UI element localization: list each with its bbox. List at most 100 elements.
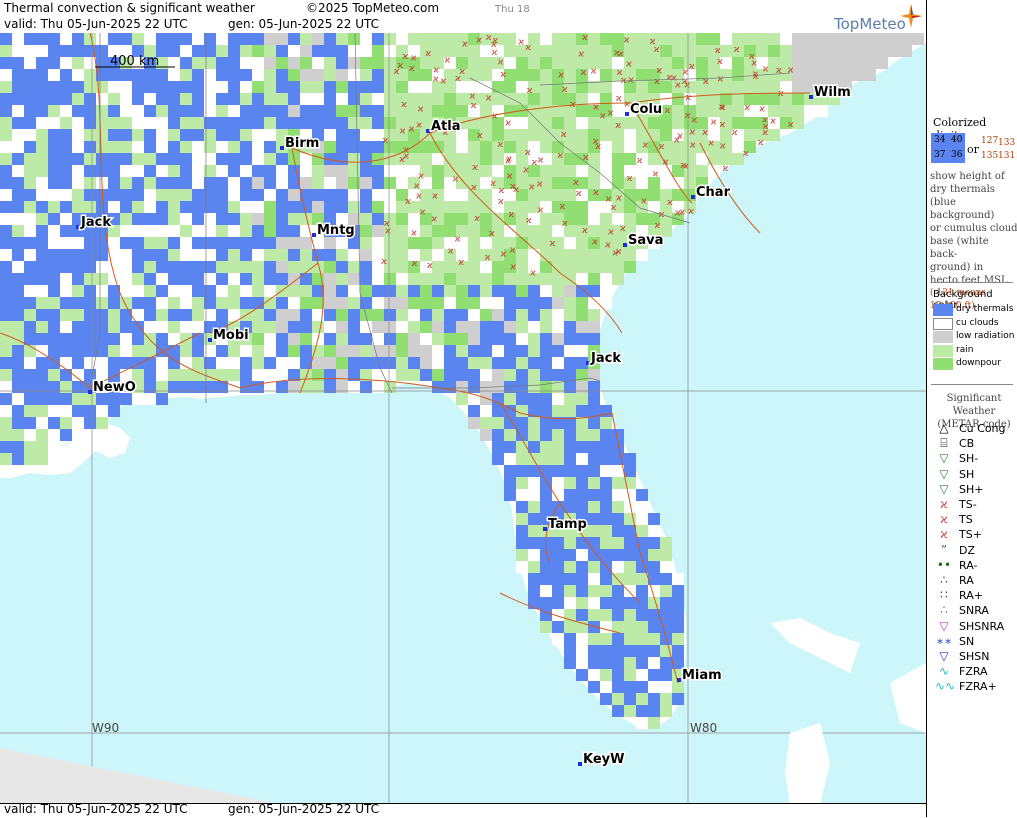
- weather-cell: [636, 645, 648, 657]
- weather-cell: [504, 93, 516, 105]
- weather-cell: [552, 477, 564, 489]
- thunderstorm-icon: ϰ: [432, 192, 438, 202]
- weather-cell: [456, 93, 468, 105]
- weather-cell: [156, 105, 168, 117]
- weather-cell: [264, 117, 276, 129]
- weather-cell: [504, 45, 516, 57]
- weather-map[interactable]: ϰϰϰϰϰϰϰϰϰϰϰϰϰϰϰϰϰϰϰϰϰϰϰϰϰϰϰϰϰϰϰϰϰϰϰϰϰϰϰϰ…: [0, 33, 926, 804]
- weather-cell: [108, 297, 120, 309]
- weather-cell: [144, 81, 156, 93]
- weather-cell: [228, 93, 240, 105]
- weather-cell: [0, 273, 12, 285]
- weather-cell: [480, 429, 492, 441]
- weather-cell: [156, 189, 168, 201]
- weather-cell: [624, 597, 636, 609]
- thunderstorm-light-icon: ϰ: [940, 497, 948, 511]
- weather-cell: [180, 273, 192, 285]
- weather-cell: [816, 69, 828, 81]
- thunderstorm-icon: ϰ: [418, 105, 424, 115]
- weather-cell: [276, 273, 288, 285]
- weather-cell: [420, 321, 432, 333]
- weather-cell: [444, 105, 456, 117]
- weather-cell: [564, 465, 576, 477]
- weather-cell: [336, 129, 348, 141]
- weather-cell: [444, 321, 456, 333]
- weather-cell: [12, 213, 24, 225]
- weather-cell: [528, 549, 540, 561]
- weather-cell: [540, 429, 552, 441]
- weather-cell: [516, 345, 528, 357]
- weather-cell: [528, 441, 540, 453]
- day-tab[interactable]: Thu 18: [495, 4, 530, 15]
- weather-cell: [396, 357, 408, 369]
- weather-cell: [0, 105, 12, 117]
- weather-cell: [156, 117, 168, 129]
- weather-cell: [48, 225, 60, 237]
- weather-cell: [348, 117, 360, 129]
- weather-cell: [432, 345, 444, 357]
- weather-cell: [120, 177, 132, 189]
- weather-cell: [576, 237, 588, 249]
- weather-cell: [876, 57, 888, 69]
- weather-cell: [312, 57, 324, 69]
- weather-cell: [396, 225, 408, 237]
- white-digits-sample: 127 133 135 131: [979, 136, 1015, 164]
- weather-cell: [120, 81, 132, 93]
- thunderstorm-icon: ϰ: [557, 151, 563, 161]
- weather-cell: [576, 333, 588, 345]
- weather-cell: [192, 321, 204, 333]
- weather-cell: [192, 261, 204, 273]
- weather-cell: [36, 273, 48, 285]
- weather-cell: [612, 693, 624, 705]
- weather-cell: [324, 57, 336, 69]
- weather-cell: [36, 117, 48, 129]
- weather-cell: [240, 57, 252, 69]
- weather-cell: [240, 213, 252, 225]
- thunderstorm-icon: ϰ: [592, 238, 598, 248]
- weather-cell: [492, 333, 504, 345]
- weather-cell: [372, 165, 384, 177]
- weather-cell: [492, 345, 504, 357]
- weather-cell: [192, 105, 204, 117]
- weather-cell: [48, 285, 60, 297]
- weather-cell: [12, 201, 24, 213]
- map-canvas[interactable]: ϰϰϰϰ ϰϰϰϰϰϰϰϰϰϰϰϰϰϰϰϰϰ ϰϰϰϰϰϰϰϰϰϰϰϰϰϰϰϰϰϰϰ…: [0, 33, 926, 804]
- weather-cell: [576, 93, 588, 105]
- weather-cell: [36, 45, 48, 57]
- weather-cell: [384, 309, 396, 321]
- weather-cell: [516, 537, 528, 549]
- weather-cell: [576, 405, 588, 417]
- weather-cell: [60, 93, 72, 105]
- weather-cell: [360, 165, 372, 177]
- weather-cell: [84, 405, 96, 417]
- weather-cell: [744, 129, 756, 141]
- weather-cell: [384, 345, 396, 357]
- weather-cell: [60, 141, 72, 153]
- weather-cell: [588, 453, 600, 465]
- snow-shower-icon: ▽: [939, 649, 949, 663]
- weather-cell: [24, 33, 36, 45]
- topmeteo-logo[interactable]: TopMeteo: [834, 4, 926, 33]
- weather-cell: [384, 189, 396, 201]
- weather-cell: [192, 117, 204, 129]
- weather-cell: [48, 45, 60, 57]
- weather-cell: [36, 225, 48, 237]
- weather-cell: [552, 549, 564, 561]
- weather-cell: [540, 573, 552, 585]
- weather-cell: [180, 57, 192, 69]
- sigwx-legend-label: SN: [959, 634, 975, 648]
- weather-cell: [312, 249, 324, 261]
- weather-cell: [384, 105, 396, 117]
- weather-cell: [552, 45, 564, 57]
- weather-cell: [192, 129, 204, 141]
- weather-cell: [660, 585, 672, 597]
- weather-cell: [612, 561, 624, 573]
- weather-cell: [108, 105, 120, 117]
- weather-cell: [192, 177, 204, 189]
- weather-cell: [480, 393, 492, 405]
- weather-cell: [420, 33, 432, 45]
- weather-cell: [576, 129, 588, 141]
- weather-cell: [768, 129, 780, 141]
- weather-cell: [576, 117, 588, 129]
- weather-cell: [336, 297, 348, 309]
